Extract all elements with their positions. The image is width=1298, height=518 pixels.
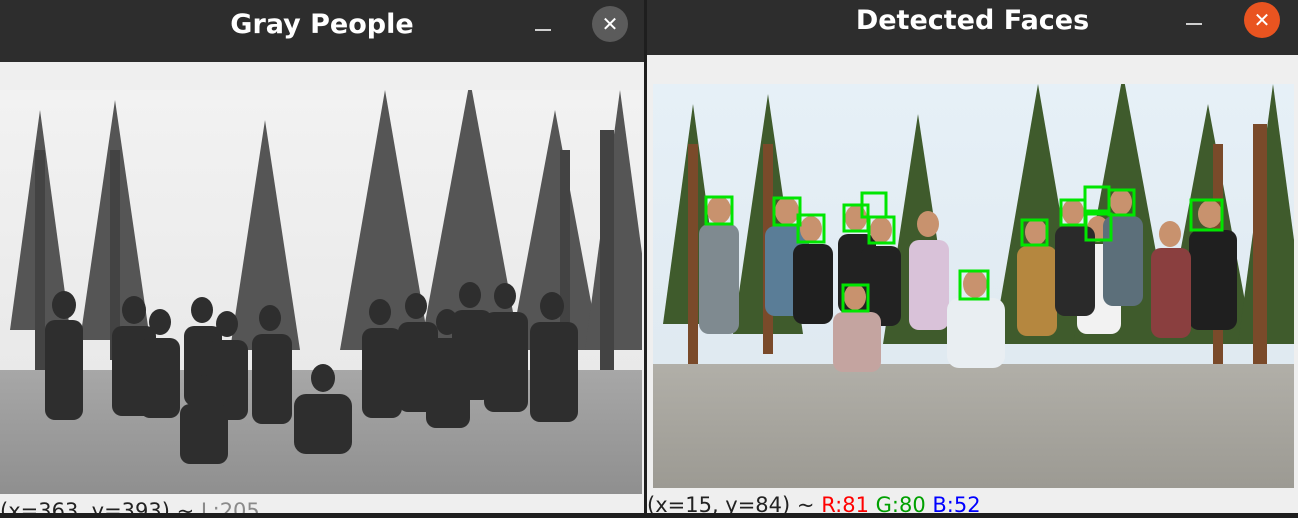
- color-photo: [653, 84, 1294, 488]
- grayscale-photo: [0, 90, 642, 494]
- photo-scene: [0, 90, 642, 494]
- detected-faces-window: Detected Faces ✕ (x=15, y=84) ~ R:81 G:8…: [647, 0, 1298, 518]
- close-icon[interactable]: ✕: [1244, 2, 1280, 38]
- window-border: [647, 513, 1298, 518]
- window-border: [0, 513, 644, 518]
- window-title: Gray People: [230, 9, 414, 40]
- minimize-icon[interactable]: [535, 29, 551, 31]
- window-title: Detected Faces: [855, 5, 1090, 36]
- close-icon[interactable]: ✕: [592, 6, 628, 42]
- gray-people-window: Gray People ✕ (x=363, y=393) ~ L:205: [0, 0, 644, 518]
- minimize-icon[interactable]: [1186, 23, 1202, 25]
- titlebar[interactable]: Gray People ✕: [0, 0, 644, 62]
- titlebar[interactable]: Detected Faces ✕: [647, 0, 1298, 55]
- photo-scene: [653, 84, 1294, 488]
